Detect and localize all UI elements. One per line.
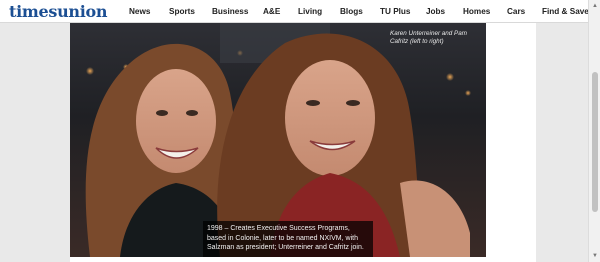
- nav-item-tu-plus[interactable]: TU Plus: [380, 7, 410, 16]
- nav-item-living[interactable]: Living: [298, 7, 322, 16]
- top-navigation-bar: timesunion News Sports Business A&E Livi…: [0, 0, 589, 23]
- nav-item-news[interactable]: News: [129, 7, 150, 16]
- scrollbar-thumb[interactable]: [592, 72, 598, 212]
- nav-item-find-save[interactable]: Find & Save: [542, 7, 589, 16]
- nav-item-jobs[interactable]: Jobs: [426, 7, 445, 16]
- photo-caption: 1998 – Creates Executive Success Program…: [203, 221, 373, 257]
- nav-item-cars[interactable]: Cars: [507, 7, 525, 16]
- nav-item-business[interactable]: Business: [212, 7, 248, 16]
- photo-bottom-edge: [70, 257, 486, 262]
- nav-item-sports[interactable]: Sports: [169, 7, 195, 16]
- scroll-down-arrow-icon[interactable]: ▼: [591, 252, 599, 260]
- nav-item-homes[interactable]: Homes: [463, 7, 490, 16]
- site-logo[interactable]: timesunion: [9, 2, 129, 21]
- nav-item-blogs[interactable]: Blogs: [340, 7, 363, 16]
- nav-item-ae[interactable]: A&E: [263, 7, 280, 16]
- photo-credit: Karen Unterreiner and Pam Cafritz (left …: [390, 30, 468, 45]
- page-scrollbar[interactable]: ▲ ▼: [588, 0, 600, 262]
- scroll-up-arrow-icon[interactable]: ▲: [591, 2, 599, 10]
- article-photo[interactable]: Karen Unterreiner and Pam Cafritz (left …: [70, 23, 486, 257]
